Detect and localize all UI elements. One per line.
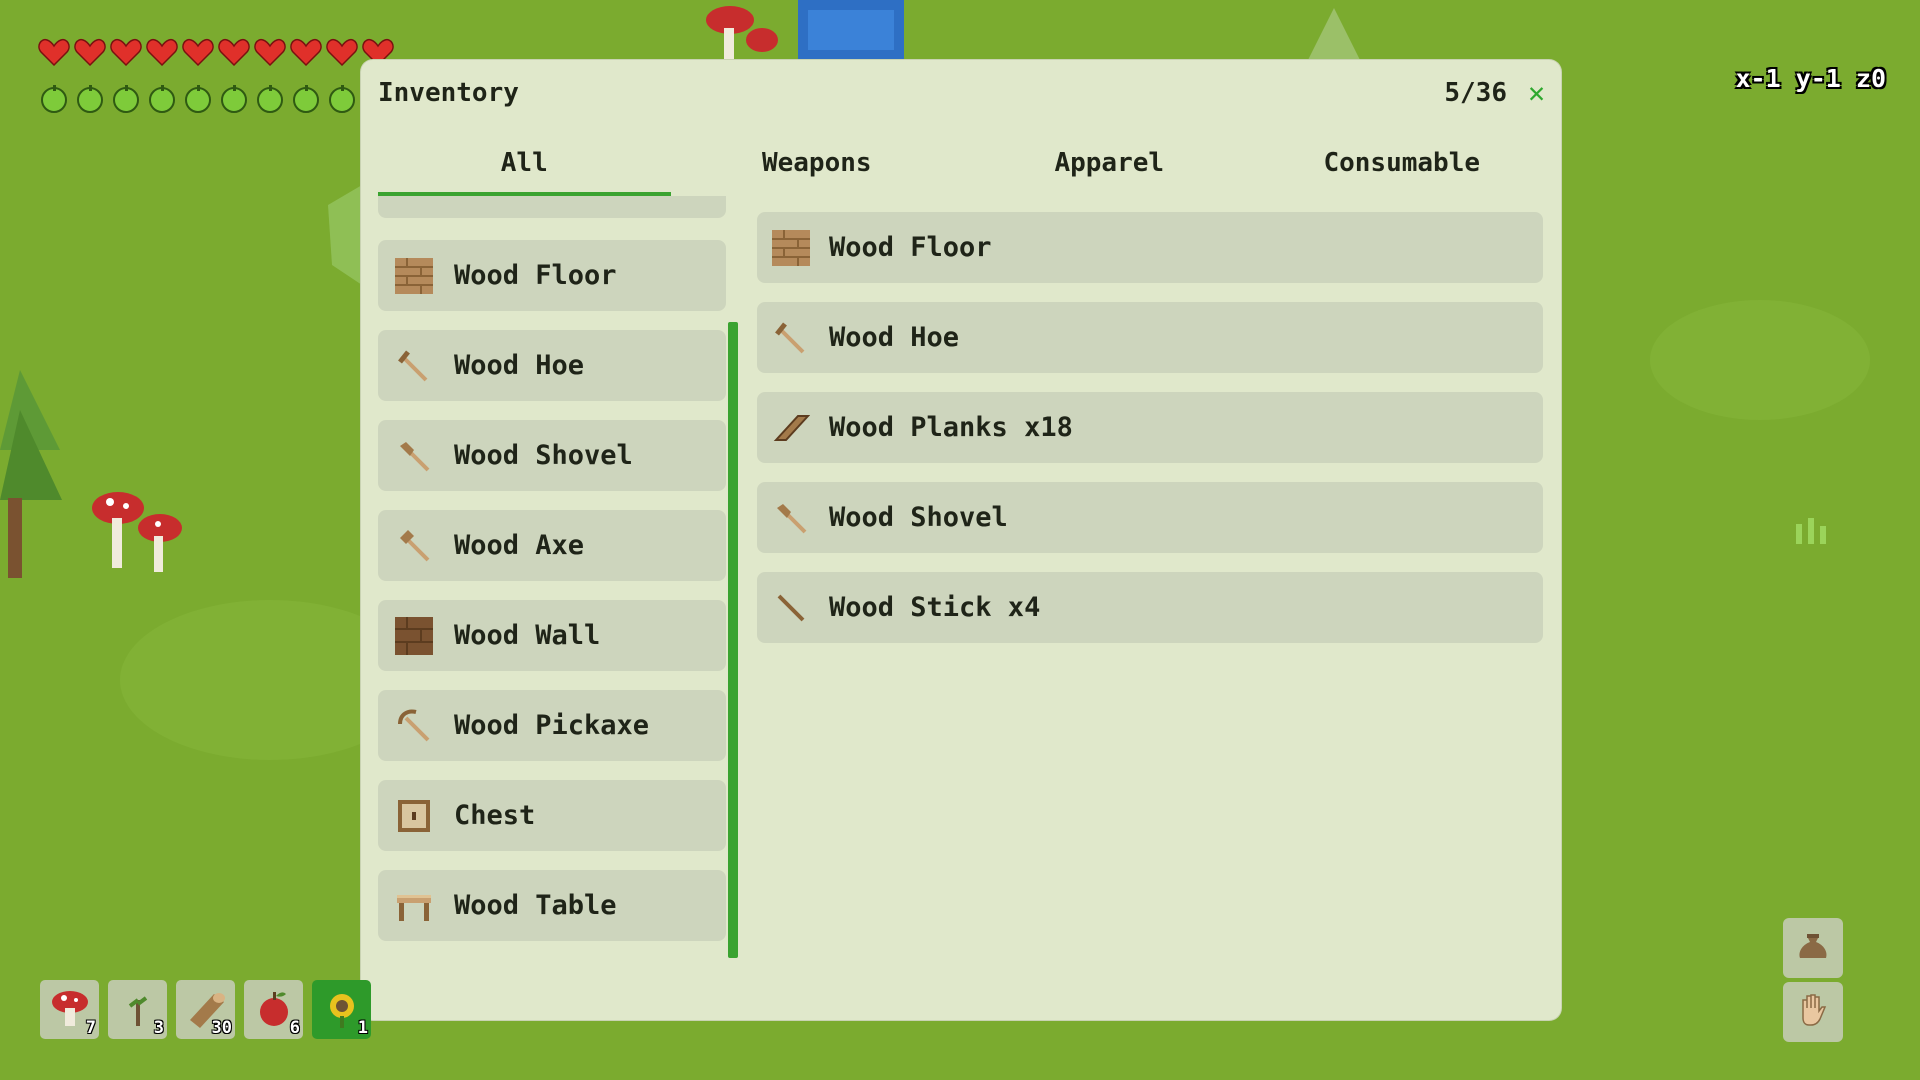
crafting-list-item-label: Wood Shovel: [454, 440, 633, 471]
crafting-list-item[interactable]: Chest: [378, 780, 726, 851]
crafting-list-item[interactable]: Wood Hoe: [378, 330, 726, 401]
heart-icon: [110, 38, 142, 66]
grass-patch: [1650, 300, 1870, 420]
wood-stick-icon: [771, 588, 811, 628]
grass-tuft-sprite: [1792, 516, 1832, 550]
hotbar-slot[interactable]: 6: [244, 980, 303, 1039]
tree-sprite-partial: [328, 185, 362, 289]
crafting-list-item-label: Wood Hoe: [454, 350, 585, 381]
hand-button[interactable]: [1783, 982, 1843, 1042]
wood-hoe-icon: [771, 318, 811, 358]
food-icon: [110, 83, 142, 115]
crafting-list-item-label: Wood Pickaxe: [454, 710, 650, 741]
crafting-list-item-label: Wood Floor: [454, 260, 617, 291]
crafting-list-item[interactable]: Wood Shovel: [378, 420, 726, 491]
inventory-item[interactable]: Wood Shovel: [757, 482, 1543, 553]
scrollbar-thumb[interactable]: [728, 322, 738, 958]
crafting-list-item-label: Wood Axe: [454, 530, 585, 561]
hotbar-slot[interactable]: 1: [312, 980, 371, 1039]
water-tile: [798, 0, 904, 64]
crafting-list-item[interactable]: Wood Wall: [378, 600, 726, 671]
food-icon: [218, 83, 250, 115]
close-icon[interactable]: ✕: [1528, 76, 1545, 109]
hunger-bar: [38, 83, 358, 115]
tab-weapons[interactable]: Weapons: [671, 142, 964, 196]
heart-icon: [218, 38, 250, 66]
inventory-item[interactable]: Wood Stick x4: [757, 572, 1543, 643]
wood-wall-icon: [394, 616, 434, 656]
wood-axe-icon: [394, 526, 434, 566]
heart-icon: [254, 38, 286, 66]
tree-sprite: [0, 360, 62, 584]
wood-table-icon: [394, 886, 434, 926]
inventory-panel: Inventory 5/36 ✕ All Weapons Apparel Con…: [361, 60, 1561, 1020]
crafting-list-item[interactable]: Wood Table: [378, 870, 726, 941]
food-icon: [182, 83, 214, 115]
inventory-item[interactable]: Wood Planks x18: [757, 392, 1543, 463]
wood-floor-icon: [771, 228, 811, 268]
crafting-list-item-label: Wood Table: [454, 890, 617, 921]
heart-icon: [38, 38, 70, 66]
wood-pickaxe-icon: [394, 706, 434, 746]
inventory-item-label: Wood Planks x18: [829, 412, 1073, 443]
heart-icon: [74, 38, 106, 66]
tree-sprite: [1304, 8, 1364, 64]
crafting-list-item[interactable]: Wood Floor: [378, 240, 726, 311]
inventory-item-label: Wood Stick x4: [829, 592, 1041, 623]
food-icon: [146, 83, 178, 115]
hotbar-slot[interactable]: 3: [108, 980, 167, 1039]
wood-shovel-icon: [771, 498, 811, 538]
inventory-item[interactable]: Wood Hoe: [757, 302, 1543, 373]
tab-all[interactable]: All: [378, 142, 671, 196]
crafting-list-item[interactable]: Wood Axe: [378, 510, 726, 581]
food-icon: [38, 83, 70, 115]
inventory-capacity: 5/36: [1444, 78, 1507, 108]
hotbar-slot[interactable]: 7: [40, 980, 99, 1039]
crafting-list-item-label: Wood Wall: [454, 620, 601, 651]
hotbar-slot-count: 30: [211, 1018, 232, 1038]
bag-icon: [1793, 926, 1833, 970]
inventory-item-label: Wood Shovel: [829, 502, 1008, 533]
crafting-list-item[interactable]: Wood Pickaxe: [378, 690, 726, 761]
heart-icon: [146, 38, 178, 66]
health-bar: [38, 38, 394, 66]
wood-floor-icon: [394, 256, 434, 296]
hand-icon: [1793, 990, 1833, 1034]
food-icon: [254, 83, 286, 115]
inventory-item[interactable]: Wood Floor: [757, 212, 1543, 283]
heart-icon: [326, 38, 358, 66]
wood-hoe-icon: [394, 346, 434, 386]
crafting-list[interactable]: Wood Floor Wood Hoe Wood Shovel Wood Axe Woo…: [378, 196, 730, 956]
wood-shovel-icon: [394, 436, 434, 476]
food-icon: [74, 83, 106, 115]
mushroom-cluster-sprite: [88, 488, 188, 582]
crafting-list-item-label: Chest: [454, 800, 536, 831]
list-item-partial[interactable]: [378, 196, 726, 218]
hotbar-slot-count: 7: [85, 1018, 96, 1038]
hotbar-slot-count: 3: [153, 1018, 164, 1038]
hotbar-slot[interactable]: 30: [176, 980, 235, 1039]
wood-planks-icon: [771, 408, 811, 448]
inventory-item-label: Wood Floor: [829, 232, 992, 263]
food-icon: [290, 83, 322, 115]
tab-apparel[interactable]: Apparel: [963, 142, 1256, 196]
heart-icon: [290, 38, 322, 66]
bag-button[interactable]: [1783, 918, 1843, 978]
hotbar: 7 3 30 6 1: [40, 980, 371, 1039]
tab-consumable[interactable]: Consumable: [1256, 142, 1549, 196]
food-icon: [326, 83, 358, 115]
hotbar-slot-count: 6: [289, 1018, 300, 1038]
chest-icon: [394, 796, 434, 836]
inventory-item-label: Wood Hoe: [829, 322, 960, 353]
hotbar-slot-count: 1: [357, 1018, 368, 1038]
coordinates-readout: x-1 y-1 z0: [1735, 64, 1886, 93]
inventory-tabs: All Weapons Apparel Consumable: [378, 142, 1548, 196]
heart-icon: [182, 38, 214, 66]
inventory-title: Inventory: [378, 78, 519, 108]
